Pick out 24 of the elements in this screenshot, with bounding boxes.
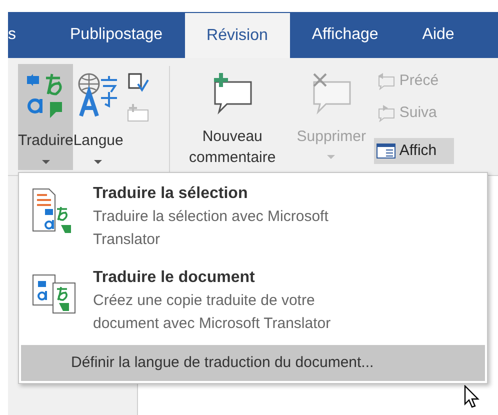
caret-icon (42, 160, 50, 164)
panel-icon (376, 142, 396, 160)
menu-item[interactable]: Traduire la sélection Traduire la sélection avec Microsoft Translator (19, 173, 487, 259)
ribbon-tab[interactable]: Aide (400, 12, 476, 58)
ribbon-tab[interactable]: Révision (184, 13, 290, 58)
ribbon-tab[interactable]: Affichage (290, 12, 400, 58)
translate-button[interactable]: Traduire (18, 64, 74, 170)
comment-nav-button[interactable]: Affich (374, 138, 454, 164)
page-check-icon (127, 72, 150, 94)
menu-item-description: Créez une copie traduite de votre document avec Microsoft Translator (93, 291, 332, 334)
new-comment-button[interactable]: Nouveau commentaire (176, 64, 288, 174)
speech-bubble-arrow-icon (376, 72, 396, 90)
ribbon-tab[interactable]: Publipostage (48, 12, 185, 58)
caret-icon (94, 160, 102, 164)
menu-item-title: Traduire le document (93, 268, 256, 288)
caret-icon (327, 155, 336, 159)
menu-item-title: Traduire la sélection (93, 184, 249, 204)
speech-bubble-arrow-icon (376, 104, 396, 122)
language-button[interactable]: Langue (73, 64, 124, 170)
menu-item-description: Traduire la sélection avec Microsoft Translator (93, 207, 330, 250)
counter-icon (127, 104, 150, 122)
ribbon-tab[interactable]: s (8, 12, 48, 58)
menu-item[interactable]: Définir la langue de traduction du document... (21, 345, 485, 381)
menu-item[interactable]: Traduire le document Créez une copie traduite de votre document avec Microsoft Translator (19, 259, 487, 345)
